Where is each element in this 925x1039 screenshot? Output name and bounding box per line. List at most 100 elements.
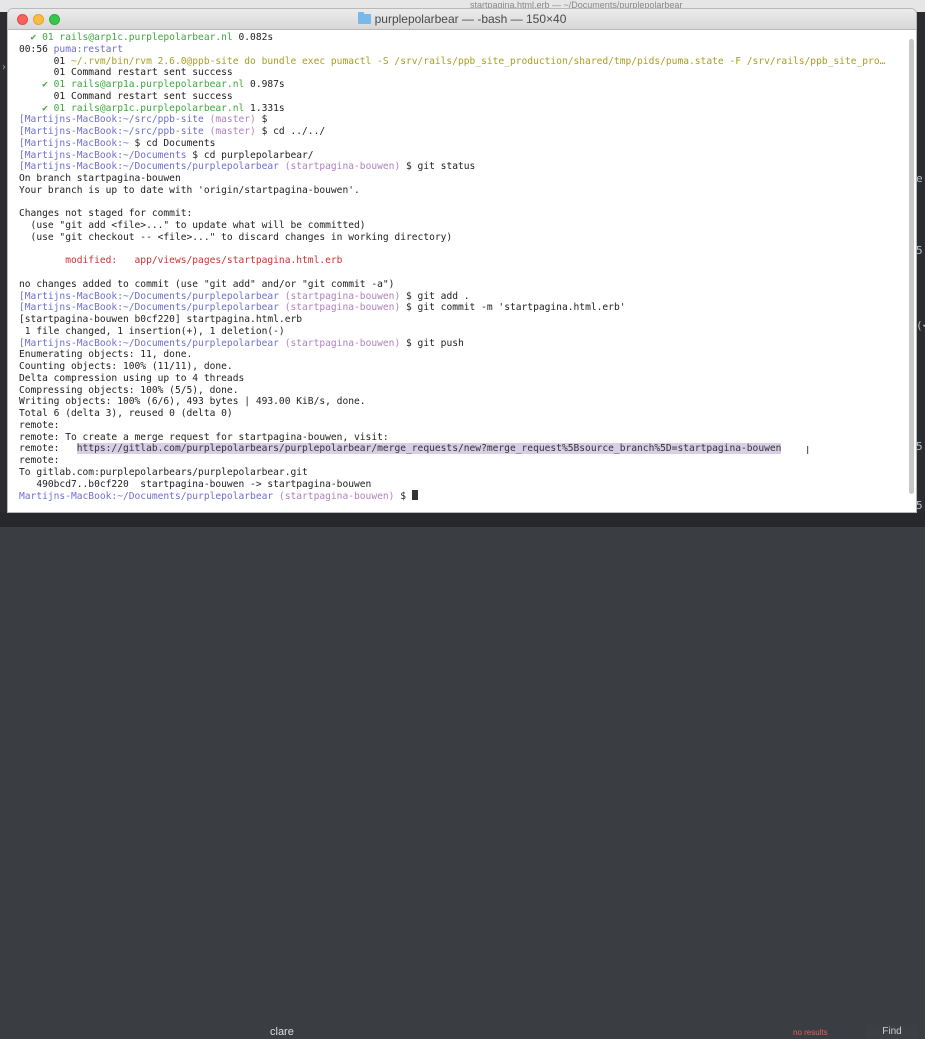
- terminal-text: (master): [209, 126, 256, 137]
- terminal-text: [Martijns-MacBook:~: [19, 137, 129, 149]
- terminal-line: Total 6 (delta 3), reused 0 (delta 0): [19, 408, 912, 420]
- editor-fragment: 5': [916, 499, 925, 512]
- background-editor-right-edge: e' 5' (< 5' 5': [916, 12, 925, 517]
- terminal-text: 0.987s: [244, 79, 285, 90]
- find-button[interactable]: Find: [866, 1025, 918, 1039]
- terminal-line: ✔ 01 rails@arp1c.purplepolarbear.nl 0.08…: [19, 32, 912, 44]
- terminal-text: (startpagina-bouwen): [278, 491, 395, 502]
- terminal-text: $ cd ../../: [255, 126, 326, 137]
- terminal-text: Changes not staged for commit:: [19, 208, 193, 220]
- terminal-text: 00:56: [19, 43, 54, 55]
- terminal-text: [Martijns-MacBook:~/Documents/purplepola…: [19, 337, 285, 349]
- terminal-line: [Martijns-MacBook:~/src/ppb-site (master…: [19, 126, 912, 138]
- terminal-scrollbar[interactable]: [909, 39, 914, 494]
- terminal-line: [Martijns-MacBook:~/Documents/purplepola…: [19, 302, 912, 314]
- terminal-text: To gitlab.com:purplepolarbears/purplepol…: [19, 466, 308, 478]
- terminal-line: [startpagina-bouwen b0cf220] startpagina…: [19, 314, 912, 326]
- terminal-line: Compressing objects: 100% (5/5), done.: [19, 385, 912, 397]
- terminal-text: $ git commit -m 'startpagina.html.erb': [400, 302, 626, 314]
- find-input[interactable]: clare: [270, 1026, 294, 1038]
- editor-fragment: 5': [916, 440, 925, 453]
- terminal-cursor: [411, 490, 418, 501]
- terminal-line: remote:: [19, 420, 912, 432]
- terminal-text: $: [255, 114, 268, 126]
- merge-request-link[interactable]: https://gitlab.com/purplepolarbears/purp…: [76, 443, 782, 455]
- terminal-text: $: [394, 491, 412, 502]
- terminal-line: Writing objects: 100% (6/6), 493 bytes |…: [19, 396, 912, 408]
- window-title: purplepolarbear — -bash — 150×40: [374, 12, 567, 26]
- terminal-line: [Martijns-MacBook:~/Documents/purplepola…: [19, 291, 912, 303]
- terminal-text: modified: app/views/pages/startpagina.ht…: [19, 255, 343, 267]
- terminal-line: remote: To create a merge request for st…: [19, 432, 912, 444]
- folder-icon: [357, 12, 371, 24]
- terminal-text: (startpagina-bouwen): [284, 302, 401, 314]
- terminal-text: 0.082s: [232, 32, 274, 43]
- terminal-titlebar[interactable]: purplepolarbear — -bash — 150×40: [8, 9, 916, 30]
- terminal-text: 490bcd7..b0cf220 startpagina-bouwen -> s…: [19, 478, 372, 490]
- terminal-text: ✔ 01 rails@arp1c.purplepolarbear.nl: [19, 102, 245, 114]
- terminal-line: To gitlab.com:purplepolarbears/purplepol…: [19, 467, 912, 479]
- terminal-text: $ cd Documents: [128, 137, 216, 149]
- terminal-line: 01 Command restart sent success: [19, 67, 912, 79]
- terminal-text: [Martijns-MacBook:~/Documents: [19, 149, 187, 161]
- window-title-area: purplepolarbear — -bash — 150×40: [8, 12, 916, 26]
- terminal-text: Martijns-MacBook:~/Documents/purplepolar…: [19, 491, 279, 502]
- terminal-text: $ git status: [400, 161, 476, 173]
- terminal-line: 00:56 puma:restart: [19, 44, 912, 56]
- ibeam-cursor-icon: I: [806, 444, 810, 457]
- terminal-line: no changes added to commit (use "git add…: [19, 279, 912, 291]
- terminal-text: $ git push: [400, 337, 464, 349]
- terminal-text: 01 Command restart sent success: [19, 67, 233, 79]
- terminal-line: Enumerating objects: 11, done.: [19, 349, 912, 361]
- terminal-text: puma:restart: [53, 43, 123, 55]
- terminal-text: 01 Command restart sent success: [19, 90, 233, 102]
- find-bar: clare no results Find: [0, 512, 925, 1039]
- terminal-text: (startpagina-bouwen): [284, 290, 401, 302]
- terminal-line: [Martijns-MacBook:~/Documents $ cd purpl…: [19, 150, 912, 162]
- chevron-right-icon[interactable]: ›: [0, 62, 8, 73]
- terminal-text: [Martijns-MacBook:~/src/ppb-site: [19, 114, 210, 126]
- terminal-line: Your branch is up to date with 'origin/s…: [19, 185, 912, 197]
- terminal-text: 1.331s: [244, 102, 285, 114]
- terminal-text: [startpagina-bouwen b0cf220] startpagina…: [19, 314, 303, 325]
- terminal-line: remote:: [19, 455, 912, 467]
- terminal-line: (use "git add <file>..." to update what …: [19, 220, 912, 232]
- terminal-line: On branch startpagina-bouwen: [19, 173, 912, 185]
- terminal-text: Delta compression using up to 4 threads: [19, 372, 245, 384]
- terminal-text: $ git add .: [400, 290, 470, 302]
- terminal-text: ✔ 01 rails@arp1c.purplepolarbear.nl: [19, 32, 233, 43]
- terminal-line: (use "git checkout -- <file>..." to disc…: [19, 232, 912, 244]
- left-sidebar-strip: ›: [0, 12, 8, 517]
- terminal-line: Changes not staged for commit:: [19, 208, 912, 220]
- terminal-line: Martijns-MacBook:~/Documents/purplepolar…: [19, 490, 912, 502]
- find-status: no results: [793, 1028, 828, 1037]
- editor-fragment: 5': [916, 244, 925, 257]
- terminal-text: Compressing objects: 100% (5/5), done.: [19, 384, 239, 396]
- terminal-text: 01: [19, 55, 71, 67]
- terminal-line: 01 Command restart sent success: [19, 91, 912, 103]
- terminal-text: Enumerating objects: 11, done.: [19, 349, 193, 361]
- editor-fragment: (<: [916, 319, 925, 332]
- terminal-text: [Martijns-MacBook:~/Documents/purplepola…: [19, 290, 285, 302]
- terminal-text: Writing objects: 100% (6/6), 493 bytes |…: [19, 396, 366, 408]
- terminal-text: remote:: [19, 455, 60, 466]
- terminal-line: remote: https://gitlab.com/purplepolarbe…: [19, 443, 912, 455]
- terminal-line: [Martijns-MacBook:~/src/ppb-site (master…: [19, 114, 912, 126]
- terminal-text: On branch startpagina-bouwen: [19, 173, 181, 184]
- terminal-line: 1 file changed, 1 insertion(+), 1 deleti…: [19, 326, 912, 338]
- terminal-line: 490bcd7..b0cf220 startpagina-bouwen -> s…: [19, 479, 912, 491]
- terminal-window[interactable]: purplepolarbear — -bash — 150×40 ✔ 01 ra…: [8, 9, 916, 512]
- terminal-text: remote: To create a merge request for st…: [19, 431, 389, 443]
- terminal-line: ✔ 01 rails@arp1c.purplepolarbear.nl 1.33…: [19, 103, 912, 115]
- terminal-text: remote:: [19, 419, 60, 431]
- terminal-text: (use "git checkout -- <file>..." to disc…: [19, 231, 453, 243]
- terminal-output[interactable]: ✔ 01 rails@arp1c.purplepolarbear.nl 0.08…: [19, 32, 912, 502]
- terminal-text: ~/.rvm/bin/rvm 2.6.0@ppb-site do bundle …: [70, 55, 886, 67]
- terminal-line: Delta compression using up to 4 threads: [19, 373, 912, 385]
- terminal-text: remote:: [19, 443, 77, 455]
- terminal-text: (startpagina-bouwen): [284, 337, 401, 349]
- terminal-text: Your branch is up to date with 'origin/s…: [19, 184, 360, 196]
